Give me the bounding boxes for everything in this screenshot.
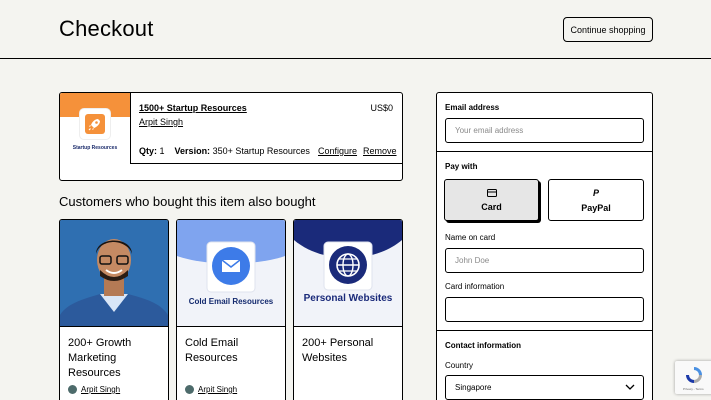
contact-info-label: Contact information bbox=[445, 341, 521, 350]
card-info-label: Card information bbox=[445, 282, 505, 291]
recaptcha-badge[interactable]: Privacy - Terms bbox=[675, 361, 711, 394]
email-field[interactable]: Your email address bbox=[445, 118, 644, 143]
continue-shopping-button[interactable]: Continue shopping bbox=[563, 17, 653, 42]
configure-link[interactable]: Configure bbox=[318, 146, 357, 156]
pay-with-label: Pay with bbox=[445, 162, 478, 171]
product-image-caption: Personal Websites bbox=[303, 293, 393, 304]
page-header: Checkout Continue shopping bbox=[0, 0, 711, 59]
credit-card-icon bbox=[486, 188, 497, 197]
product-image-cold-email: Cold Email Resources bbox=[177, 220, 285, 327]
name-on-card-label: Name on card bbox=[445, 233, 496, 242]
product-name[interactable]: Cold Email Resources bbox=[185, 336, 280, 366]
avatar bbox=[185, 385, 194, 394]
cart-item-card: Startup Resources 1500+ Startup Resource… bbox=[59, 92, 403, 181]
pay-paypal-label: PayPal bbox=[581, 202, 611, 213]
product-image-websites: Personal Websites bbox=[294, 220, 402, 327]
page-title: Checkout bbox=[59, 16, 154, 41]
product-card[interactable]: 200+ Growth Marketing Resources Arpit Si… bbox=[59, 219, 169, 400]
also-bought-heading: Customers who bought this item also boug… bbox=[59, 194, 316, 209]
product-seller[interactable]: Arpit Singh bbox=[185, 385, 237, 394]
qty-label: Qty: bbox=[139, 146, 157, 156]
product-name[interactable]: 200+ Personal Websites bbox=[302, 336, 397, 366]
pay-paypal-button[interactable]: P PayPal bbox=[548, 179, 644, 221]
seller-name[interactable]: Arpit Singh bbox=[81, 385, 120, 394]
remove-link[interactable]: Remove bbox=[363, 146, 397, 156]
product-image-person bbox=[60, 220, 168, 327]
product-title-link[interactable]: 1500+ Startup Resources bbox=[139, 103, 247, 113]
avatar bbox=[68, 385, 77, 394]
item-meta: Qty: 1 Version: 350+ Startup Resources bbox=[139, 146, 310, 156]
email-section: Email address Your email address bbox=[437, 93, 652, 152]
country-label: Country bbox=[445, 361, 474, 370]
country-select[interactable]: Singapore bbox=[445, 375, 644, 400]
email-label: Email address bbox=[445, 103, 500, 112]
product-thumbnail[interactable]: Startup Resources bbox=[60, 93, 131, 164]
seller-name[interactable]: Arpit Singh bbox=[198, 385, 237, 394]
checkout-form: Email address Your email address Pay wit… bbox=[436, 92, 653, 400]
name-on-card-field[interactable]: John Doe bbox=[445, 248, 644, 273]
version-value: 350+ Startup Resources bbox=[212, 146, 310, 156]
version-label: Version: bbox=[174, 146, 211, 156]
item-price: US$0 bbox=[370, 103, 393, 113]
product-name[interactable]: 200+ Growth Marketing Resources bbox=[68, 336, 163, 381]
card-info-field[interactable] bbox=[445, 297, 644, 322]
pay-card-button[interactable]: Card bbox=[444, 179, 539, 221]
rocket-icon bbox=[80, 109, 110, 139]
thumbnail-caption: Startup Resources bbox=[72, 145, 118, 151]
recaptcha-icon bbox=[686, 367, 702, 383]
cart-item-row: Startup Resources 1500+ Startup Resource… bbox=[60, 93, 402, 164]
product-seller[interactable]: Arpit Singh bbox=[68, 385, 120, 394]
paypal-icon: P bbox=[592, 187, 599, 198]
product-card[interactable]: Cold Email Resources Cold Email Resource… bbox=[176, 219, 286, 400]
pay-card-label: Card bbox=[481, 201, 502, 212]
product-card[interactable]: Personal Websites 200+ Personal Websites bbox=[293, 219, 403, 400]
recaptcha-footer: Privacy - Terms bbox=[683, 387, 704, 391]
seller-link[interactable]: Arpit Singh bbox=[139, 117, 183, 127]
chevron-down-icon bbox=[625, 384, 635, 390]
product-image-caption: Cold Email Resources bbox=[188, 297, 274, 306]
country-value: Singapore bbox=[455, 383, 492, 392]
qty-value: 1 bbox=[159, 146, 165, 156]
